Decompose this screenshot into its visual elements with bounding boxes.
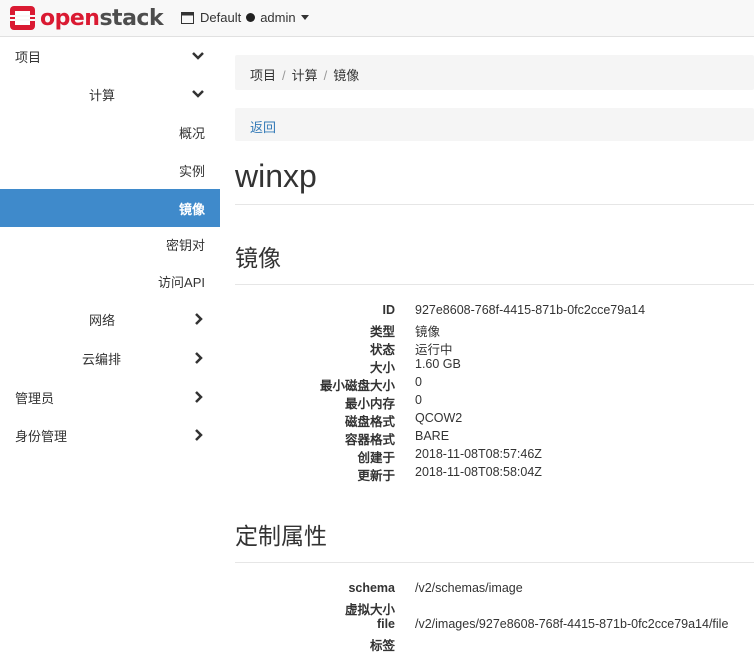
- detail-key: 大小: [369, 361, 395, 375]
- detail-value: 运行中: [415, 343, 453, 357]
- breadcrumb-item-compute[interactable]: 计算: [292, 68, 318, 83]
- logo-text: openstack: [40, 5, 164, 31]
- sidebar-item-images[interactable]: 镜像: [0, 189, 220, 227]
- detail-value: 2018-11-08T08:58:04Z: [415, 465, 542, 479]
- detail-value: QCOW2: [415, 411, 463, 425]
- openstack-logo-icon: [9, 6, 36, 30]
- sidebar-item-network[interactable]: 网络: [0, 300, 220, 338]
- separator-dot-icon: [246, 13, 256, 22]
- sidebar-item-api-access[interactable]: 访问API: [0, 262, 220, 300]
- sidebar-item-label: 访问API: [158, 274, 205, 290]
- sidebar-item-label: 密钥对: [165, 237, 205, 253]
- breadcrumb-separator: /: [282, 68, 286, 83]
- detail-row-size: 大小 1.60 GB: [235, 357, 754, 375]
- sidebar-item-project[interactable]: 项目: [0, 37, 220, 75]
- detail-row-file: file/v2/images/927e8608-768f-4415-871b-0…: [235, 617, 754, 635]
- detail-row-schema: schema/v2/schemas/image: [235, 581, 754, 599]
- detail-row-min-ram: 最小内存 0: [235, 393, 754, 411]
- detail-value: /v2/schemas/image: [415, 581, 523, 595]
- custom-properties-list: schema/v2/schemas/image 虚拟大小 file/v2/ima…: [235, 581, 754, 653]
- chevron-right-icon: [195, 352, 203, 364]
- chevron-down-icon: [192, 52, 204, 60]
- sidebar-item-identity[interactable]: 身份管理: [0, 416, 220, 454]
- breadcrumb-item-images: 镜像: [333, 68, 360, 83]
- sidebar-item-label: 网络: [89, 312, 116, 328]
- sidebar-item-label: 实例: [178, 163, 205, 179]
- divider: [235, 204, 754, 205]
- openstack-logo[interactable]: openstack: [9, 5, 164, 31]
- sidebar-item-label: 云编排: [82, 351, 122, 367]
- detail-row-disk-format: 磁盘格式 QCOW2: [235, 411, 754, 429]
- logo-text-gray: stack: [99, 5, 164, 31]
- custom-properties-title: 定制属性: [235, 523, 327, 549]
- image-details-list: ID 927e8608-768f-4415-871b-0fc2cce79a14 类…: [235, 303, 754, 483]
- detail-row-min-disk: 最小磁盘大小 0: [235, 375, 754, 393]
- detail-row-virtual-size: 虚拟大小: [235, 599, 754, 617]
- breadcrumb-separator: /: [323, 68, 328, 83]
- detail-key: 状态: [369, 343, 395, 357]
- chevron-down-icon: [192, 90, 204, 98]
- sidebar-item-orchestration[interactable]: 云编排: [0, 339, 220, 377]
- chevron-right-icon: [195, 429, 203, 441]
- detail-value: 927e8608-768f-4415-871b-0fc2cce79a14: [415, 303, 646, 317]
- breadcrumb-item-project[interactable]: 项目: [250, 68, 276, 83]
- divider: [235, 284, 754, 285]
- detail-value: 镜像: [415, 325, 441, 339]
- sidebar-item-label: 身份管理: [15, 428, 68, 444]
- detail-key: 虚拟大小: [344, 603, 395, 617]
- sidebar-item-label: 镜像: [178, 201, 205, 217]
- detail-row-type: 类型 镜像: [235, 321, 754, 339]
- detail-row-updated: 更新于 2018-11-08T08:58:04Z: [235, 465, 754, 483]
- detail-value: 2018-11-08T08:57:46Z: [415, 447, 542, 461]
- sidebar-item-instances[interactable]: 实例: [0, 151, 220, 189]
- detail-key: 容器格式: [344, 433, 395, 447]
- sidebar: 项目 计算 概况 实例 镜像 密钥对 访问API 网络 云编排 管理员 身份管理: [0, 37, 220, 660]
- sidebar-item-label: 项目: [15, 49, 42, 65]
- detail-row-status: 状态 运行中: [235, 339, 754, 357]
- server-icon: [181, 11, 194, 24]
- detail-key: file: [376, 617, 395, 631]
- sidebar-item-label: 概况: [178, 125, 205, 141]
- sidebar-item-compute[interactable]: 计算: [0, 75, 220, 113]
- sidebar-item-keypairs[interactable]: 密钥对: [0, 225, 220, 263]
- back-link[interactable]: 返回: [250, 120, 276, 135]
- detail-key: 最小内存: [344, 397, 395, 411]
- detail-row-created: 创建于 2018-11-08T08:57:46Z: [235, 447, 754, 465]
- breadcrumb: 项目 / 计算 / 镜像: [235, 55, 754, 90]
- sidebar-item-admin[interactable]: 管理员: [0, 378, 220, 416]
- detail-value: 1.60 GB: [415, 357, 461, 371]
- divider: [235, 562, 754, 563]
- caret-down-icon: [300, 15, 309, 20]
- detail-key: 最小磁盘大小: [319, 379, 395, 393]
- detail-value: /v2/images/927e8608-768f-4415-871b-0fc2c…: [415, 617, 729, 631]
- detail-key: 更新于: [357, 469, 395, 483]
- sidebar-item-label: 管理员: [15, 390, 55, 406]
- page-title: winxp: [235, 158, 317, 194]
- detail-row-container-format: 容器格式 BARE: [235, 429, 754, 447]
- image-section-title: 镜像: [235, 245, 281, 271]
- detail-key: schema: [348, 581, 395, 595]
- detail-value: BARE: [415, 429, 450, 443]
- back-bar: 返回: [235, 108, 754, 141]
- detail-row-tags: 标签: [235, 635, 754, 653]
- detail-key: 创建于: [357, 451, 395, 465]
- sidebar-item-overview[interactable]: 概况: [0, 113, 220, 151]
- domain-name: Default: [200, 10, 242, 25]
- sidebar-item-label: 计算: [89, 87, 116, 103]
- project-domain-dropdown[interactable]: Default admin: [181, 10, 309, 25]
- detail-value: 0: [415, 375, 422, 389]
- chevron-right-icon: [195, 391, 203, 403]
- detail-row-id: ID 927e8608-768f-4415-871b-0fc2cce79a14: [235, 303, 754, 321]
- detail-key: 标签: [369, 639, 395, 653]
- top-navbar: openstack Default admin: [0, 0, 754, 37]
- detail-key: 类型: [369, 325, 395, 339]
- chevron-right-icon: [195, 313, 203, 325]
- detail-key: 磁盘格式: [344, 415, 395, 429]
- detail-key: ID: [382, 303, 396, 317]
- logo-text-red: open: [40, 5, 100, 31]
- detail-value: 0: [415, 393, 422, 407]
- user-name: admin: [260, 10, 296, 25]
